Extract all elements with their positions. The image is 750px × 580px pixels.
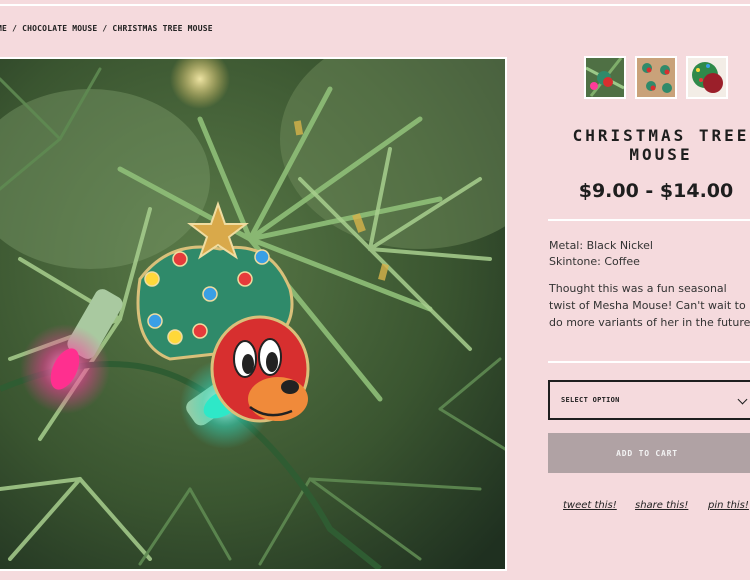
breadcrumb-category[interactable]: CHOCOLATE MOUSE <box>22 24 97 33</box>
breadcrumb-separator: / <box>97 24 113 33</box>
product-price: $9.00 - $14.00 <box>578 180 734 202</box>
add-to-cart-button[interactable]: ADD TO CART <box>548 433 750 473</box>
metal-detail: Metal: Black Nickel <box>549 239 653 252</box>
breadcrumb: ME / CHOCOLATE MOUSE / CHRISTMAS TREE MO… <box>0 24 213 33</box>
breadcrumb-home[interactable]: ME <box>0 24 7 33</box>
add-to-cart-label: ADD TO CART <box>616 448 678 458</box>
divider <box>548 219 750 221</box>
chevron-down-icon <box>737 394 748 405</box>
thumbnail-1[interactable] <box>584 56 626 99</box>
skintone-detail: Skintone: Coffee <box>549 255 640 268</box>
option-select-label: SELECT OPTION <box>561 396 620 404</box>
thumbnail-3[interactable] <box>686 56 728 99</box>
thumbnail-list <box>584 56 728 99</box>
top-divider <box>0 4 750 6</box>
product-main-image[interactable] <box>0 57 507 571</box>
thumbnail-2[interactable] <box>635 56 677 99</box>
breadcrumb-current: CHRISTMAS TREE MOUSE <box>112 24 213 33</box>
option-select[interactable]: SELECT OPTION <box>548 380 750 420</box>
divider <box>548 361 750 363</box>
tweet-link[interactable]: tweet this! <box>563 500 617 511</box>
share-link[interactable]: share this! <box>635 500 688 511</box>
product-description: Thought this was a fun seasonal twist of… <box>549 282 750 329</box>
product-title: CHRISTMAS TREE MOUSE <box>572 126 750 164</box>
product-details: Metal: Black Nickel Skintone: Coffee <box>549 238 653 270</box>
pin-link[interactable]: pin this! <box>708 500 749 511</box>
breadcrumb-separator: / <box>7 24 23 33</box>
